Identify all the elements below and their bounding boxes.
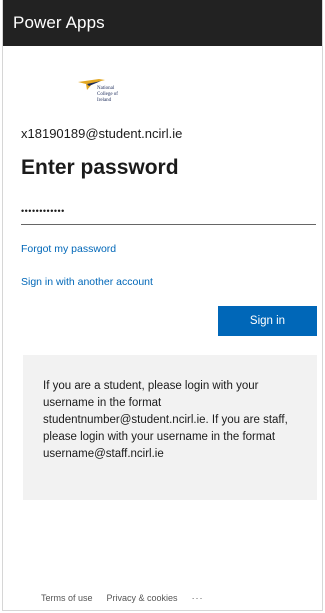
signin-window: Power Apps National College of Ireland x… bbox=[2, 0, 323, 611]
login-info-box: If you are a student, please login with … bbox=[23, 355, 317, 500]
more-options-icon[interactable]: ··· bbox=[192, 593, 204, 603]
password-input[interactable] bbox=[21, 198, 316, 224]
terms-of-use-link[interactable]: Terms of use bbox=[41, 593, 93, 603]
footer: Terms of use Privacy & cookies ··· bbox=[41, 593, 204, 603]
sign-in-button[interactable]: Sign in bbox=[218, 306, 317, 336]
app-titlebar: Power Apps bbox=[3, 0, 322, 46]
logo-wordmark: National College of Ireland bbox=[97, 86, 118, 104]
privacy-cookies-link[interactable]: Privacy & cookies bbox=[107, 593, 178, 603]
password-field-container bbox=[21, 198, 316, 225]
app-title: Power Apps bbox=[13, 13, 105, 32]
account-email: x18190189@student.ncirl.ie bbox=[21, 126, 183, 141]
page-title: Enter password bbox=[21, 156, 179, 179]
logo-line: Ireland bbox=[97, 98, 112, 103]
forgot-password-link[interactable]: Forgot my password bbox=[21, 243, 116, 255]
login-info-text: If you are a student, please login with … bbox=[43, 380, 288, 460]
other-account-link[interactable]: Sign in with another account bbox=[21, 276, 153, 288]
college-logo: National College of Ireland bbox=[77, 78, 127, 110]
